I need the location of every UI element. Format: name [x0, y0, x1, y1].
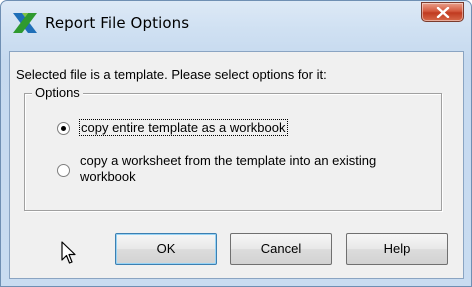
options-group-label: Options	[32, 85, 83, 100]
mouse-pointer-icon	[61, 241, 77, 268]
options-groupbox	[24, 93, 442, 211]
title-bar[interactable]: Report File Options	[1, 1, 471, 47]
close-icon	[436, 7, 450, 18]
close-button[interactable]	[421, 2, 464, 22]
ok-button[interactable]: OK	[115, 233, 217, 265]
option-copy-worksheet-label[interactable]: copy a worksheet from the template into …	[80, 153, 430, 185]
radio-selected-dot	[61, 126, 66, 131]
help-button[interactable]: Help	[346, 233, 448, 265]
option-copy-entire-template-label[interactable]: copy entire template as a workbook	[79, 119, 288, 136]
app-logo-icon	[13, 11, 37, 35]
window-title: Report File Options	[45, 14, 190, 32]
radio-copy-entire-template[interactable]	[57, 122, 70, 135]
cancel-button[interactable]: Cancel	[230, 233, 332, 265]
radio-copy-worksheet[interactable]	[57, 164, 70, 177]
prompt-text: Selected file is a template. Please sele…	[16, 67, 327, 82]
